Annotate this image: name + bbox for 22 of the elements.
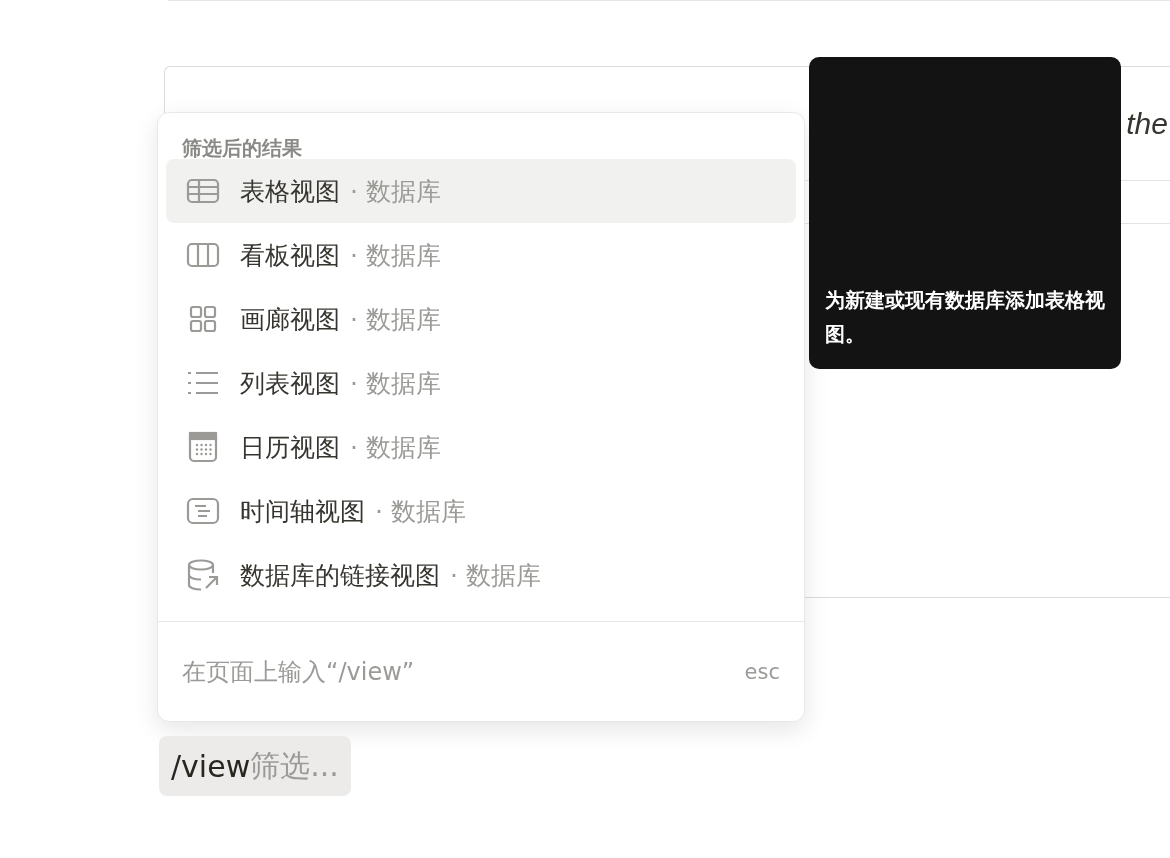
item-label: 列表视图 · 数据库 [240,367,441,400]
menu-item[interactable]: 画廊视图 · 数据库 [166,287,796,351]
item-label: 数据库的链接视图 · 数据库 [240,559,541,592]
tooltip-text: 为新建或现有数据库添加表格视图。 [825,287,1105,348]
menu-item[interactable]: 数据库的链接视图 · 数据库 [166,543,796,607]
block-text: the [1126,106,1168,141]
menu-item[interactable]: 表格视图 · 数据库 [166,159,796,223]
item-label: 时间轴视图 · 数据库 [240,495,466,528]
menu-heading: 筛选后的结果 [181,135,303,159]
menu-item[interactable]: 时间轴视图 · 数据库 [166,479,796,543]
command-input[interactable]: /view筛选... [159,736,351,796]
database-link-icon [186,558,220,592]
esc-key: esc [744,659,780,684]
menu-item[interactable]: 日历视图 · 数据库 [166,415,796,479]
menu-item[interactable]: 看板视图 · 数据库 [166,223,796,287]
calendar-icon [186,430,220,464]
menu-item[interactable]: 列表视图 · 数据库 [166,351,796,415]
item-label: 日历视图 · 数据库 [240,431,441,464]
item-label: 画廊视图 · 数据库 [240,303,441,336]
item-label: 表格视图 · 数据库 [240,175,441,208]
item-label: 看板视图 · 数据库 [240,239,441,272]
footer-hint: 在页面上输入“/view” [182,656,415,688]
